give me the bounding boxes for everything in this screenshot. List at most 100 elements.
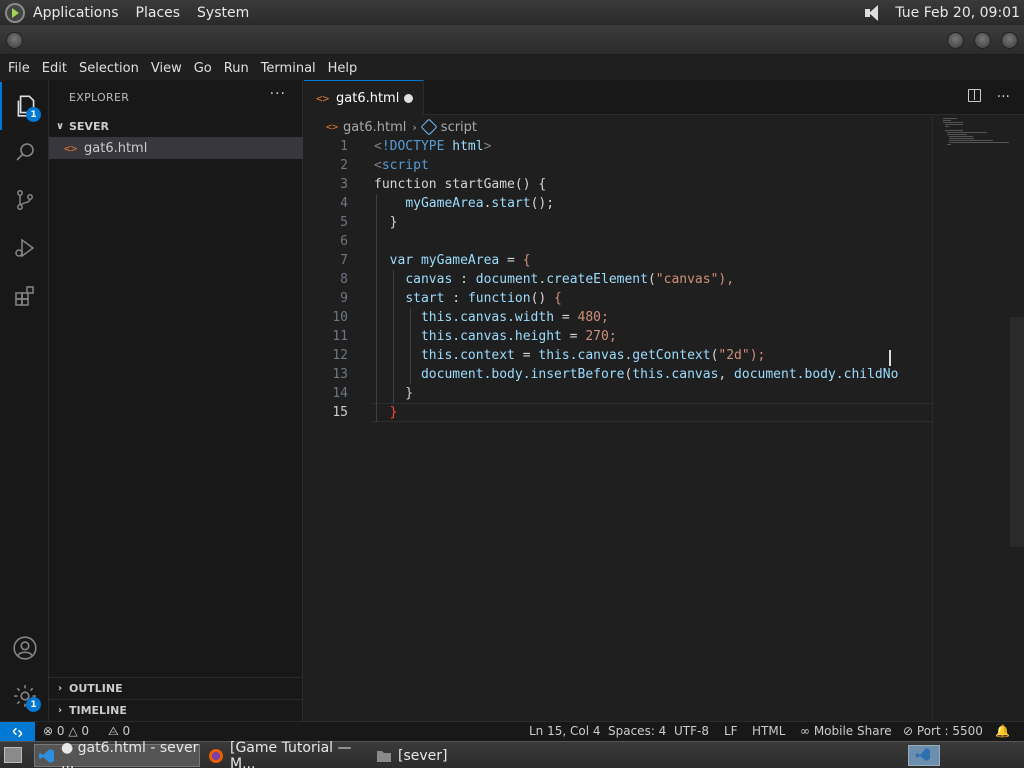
activity-bar: 1 1	[0, 80, 49, 721]
mobile-share[interactable]: ∞ Mobile Share	[800, 724, 892, 738]
share-icon: ∞	[800, 724, 810, 738]
timeline-label: TIMELINE	[69, 704, 127, 717]
source-control-activity-button[interactable]	[0, 176, 49, 224]
taskbar-item-label: [Game Tutorial — M...	[230, 739, 352, 768]
window-title-bar	[0, 25, 1024, 55]
menu-go[interactable]: Go	[189, 61, 217, 76]
code-line: 2 <script	[340, 158, 429, 173]
menu-view[interactable]: View	[146, 61, 187, 76]
firefox-icon	[209, 748, 223, 763]
window-menu-button[interactable]	[6, 32, 23, 49]
html-file-icon: <>	[64, 141, 78, 155]
taskbar-item-label: [sever]	[398, 747, 448, 764]
unsaved-dot-icon[interactable]	[404, 94, 413, 103]
outline-section-header[interactable]: › OUTLINE	[49, 677, 303, 699]
menu-file[interactable]: File	[3, 61, 35, 76]
menu-terminal[interactable]: Terminal	[256, 61, 321, 76]
more-actions-icon[interactable]: ···	[997, 89, 1010, 105]
menu-help[interactable]: Help	[323, 61, 363, 76]
bell-icon[interactable]: 🔔	[995, 724, 1010, 738]
cursor-position[interactable]: Ln 15, Col 4	[529, 724, 601, 738]
run-debug-activity-button[interactable]	[0, 224, 49, 272]
close-button[interactable]	[1001, 32, 1018, 49]
breadcrumb-symbol[interactable]: script	[441, 120, 477, 135]
ports-count: 0	[122, 724, 131, 738]
warning-icon: △	[68, 724, 78, 738]
explorer-activity-button[interactable]: 1	[0, 82, 49, 130]
editor-tabs: <> gat6.html ···	[304, 80, 1024, 115]
remote-button[interactable]	[0, 722, 35, 742]
timeline-section-header[interactable]: › TIMELINE	[49, 699, 303, 721]
places-menu[interactable]: Places	[136, 5, 181, 21]
code-line: 7 var myGameArea = {	[340, 253, 531, 268]
code-line: 15 }	[332, 405, 398, 420]
indentation[interactable]: Spaces: 4	[608, 724, 666, 738]
code-line: 14 }	[332, 386, 414, 401]
taskbar-item-vscode[interactable]: ● gat6.html - sever ...	[34, 740, 200, 768]
maximize-button[interactable]	[974, 32, 991, 49]
code-editor[interactable]: 1 <!DOCTYPE html> 2 <script 3 function star…	[304, 137, 932, 768]
ports-indicator[interactable]: ⨺ 0	[108, 724, 130, 739]
live-server-port[interactable]: ⊘ Port : 5500	[903, 724, 983, 738]
applications-menu[interactable]: Applications	[33, 5, 119, 21]
breadcrumb-file[interactable]: gat6.html	[343, 120, 406, 135]
show-desktop-icon[interactable]	[4, 747, 22, 763]
mobile-share-label: Mobile Share	[813, 724, 892, 738]
problems-indicator[interactable]: ⊗ 0 △ 0	[43, 724, 89, 738]
menu-selection[interactable]: Selection	[74, 61, 144, 76]
folder-icon	[377, 750, 391, 762]
tab-gat6-html[interactable]: <> gat6.html	[304, 80, 424, 115]
vertical-scrollbar[interactable]	[1010, 317, 1024, 547]
vscode-icon	[916, 748, 930, 761]
html-file-icon: <>	[326, 121, 339, 133]
taskbar-item-folder[interactable]: [sever]	[371, 744, 537, 767]
error-count: 0	[56, 724, 65, 738]
menu-edit[interactable]: Edit	[37, 61, 72, 76]
folder-name: SEVER	[69, 119, 109, 133]
code-line: 5 }	[340, 215, 398, 230]
error-icon: ⊗	[43, 724, 54, 738]
code-line: 9 start : function() {	[340, 291, 562, 306]
chevron-down-icon: ∨	[55, 120, 65, 132]
chevron-right-icon: ›	[57, 683, 63, 694]
distro-logo-icon[interactable]	[5, 2, 25, 23]
split-editor-icon[interactable]	[967, 89, 981, 102]
outline-label: OUTLINE	[69, 682, 123, 695]
chevron-right-icon: ›	[57, 705, 63, 716]
minimize-button[interactable]	[947, 32, 964, 49]
code-line: 4 myGameArea.start();	[340, 196, 555, 211]
code-line: 12 this.context = this.canvas.getContext…	[332, 348, 766, 363]
more-actions-icon[interactable]: ···	[270, 86, 286, 102]
breadcrumb: <> gat6.html › script	[326, 118, 477, 136]
search-activity-button[interactable]	[0, 128, 49, 176]
menu-run[interactable]: Run	[219, 61, 254, 76]
language-mode[interactable]: HTML	[752, 724, 785, 738]
system-top-panel: Applications Places System Tue Feb 20, 0…	[0, 0, 1024, 25]
search-icon	[15, 143, 34, 161]
accounts-activity-button[interactable]	[0, 624, 49, 672]
warning-count: 0	[81, 724, 90, 738]
file-tree-item[interactable]: <> gat6.html	[49, 137, 303, 159]
folder-section-header[interactable]: ∨ SEVER	[49, 115, 303, 137]
editor-area: <> gat6.html ··· <> gat6.html › script 1…	[304, 80, 1024, 768]
status-bar: ⊗ 0 △ 0 ⨺ 0 Ln 15, Col 4 Spaces: 4 UTF-8…	[0, 721, 1024, 742]
volume-icon[interactable]	[861, 3, 887, 23]
encoding[interactable]: UTF-8	[674, 724, 709, 738]
broadcast-icon: ⨺	[108, 724, 119, 738]
vscode-icon	[39, 748, 54, 763]
system-menu[interactable]: System	[197, 5, 249, 21]
extensions-activity-button[interactable]	[0, 272, 49, 320]
account-icon	[12, 636, 37, 660]
extensions-icon	[14, 286, 34, 306]
code-line: 6	[340, 234, 348, 249]
taskbar-item-firefox[interactable]: [Game Tutorial — M...	[203, 740, 369, 768]
clock[interactable]: Tue Feb 20, 09:01	[895, 5, 1020, 21]
remote-icon	[12, 727, 23, 737]
code-line: 13 document.body.insertBefore(this.canva…	[332, 367, 899, 382]
sidebar-title: EXPLORER	[69, 91, 130, 104]
workspace-switcher[interactable]	[908, 745, 940, 766]
code-line: 1 <!DOCTYPE html>	[340, 139, 492, 154]
line-ending[interactable]: LF	[724, 724, 738, 738]
settings-activity-button[interactable]: 1	[0, 672, 49, 720]
explorer-sidebar: EXPLORER ··· ∨ SEVER <> gat6.html › OUTL…	[49, 80, 303, 721]
